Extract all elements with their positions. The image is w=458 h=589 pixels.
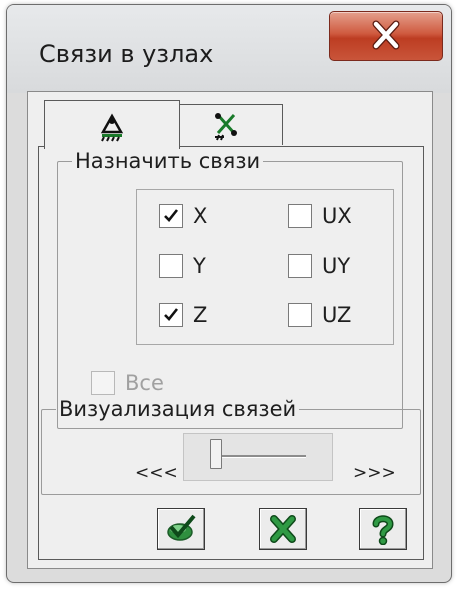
- checkbox-z[interactable]: Z: [159, 303, 207, 327]
- dialog-title: Связи в узлах: [39, 40, 214, 68]
- checkbox-all-label: Все: [125, 371, 164, 395]
- checkbox-all-box[interactable]: [91, 371, 115, 395]
- checkbox-z-label: Z: [193, 303, 208, 327]
- checkbox-uz-box[interactable]: [288, 303, 312, 327]
- checkbox-z-box[interactable]: [159, 303, 183, 327]
- dialog-body: Назначить связи X UX Y UY Z UZ Все Визуа…: [27, 91, 433, 569]
- cancel-button[interactable]: [259, 508, 307, 550]
- slider-thumb[interactable]: [210, 439, 222, 469]
- decrease-arrows[interactable]: <<<: [135, 463, 178, 483]
- tab-node-supports[interactable]: [44, 100, 180, 149]
- check-mark-icon: [164, 308, 179, 321]
- apply-check-icon: [167, 514, 196, 541]
- check-mark-icon: [164, 209, 179, 222]
- dialog-window: Связи в узлах Назначить связи X UX Y UY …: [6, 4, 452, 583]
- close-button[interactable]: [329, 11, 443, 61]
- checkbox-x[interactable]: X: [159, 204, 207, 228]
- checkbox-all[interactable]: Все: [91, 371, 164, 395]
- help-button[interactable]: [359, 508, 407, 550]
- node-support-icon: [100, 113, 124, 142]
- assign-supports-legend: Назначить связи: [75, 149, 261, 173]
- checkbox-x-box[interactable]: [159, 204, 183, 228]
- increase-arrows[interactable]: >>>: [353, 463, 396, 483]
- apply-button[interactable]: [157, 508, 205, 550]
- visualization-slider[interactable]: [183, 433, 333, 481]
- checkbox-y-label: Y: [193, 254, 206, 278]
- checkbox-x-label: X: [193, 204, 208, 228]
- checkbox-uy-box[interactable]: [288, 254, 312, 278]
- tab-panel: Назначить связи X UX Y UY Z UZ Все Визуа…: [38, 146, 424, 560]
- close-x-icon: [372, 20, 400, 50]
- tab-support-release[interactable]: [178, 104, 283, 145]
- checkbox-uy[interactable]: UY: [288, 254, 350, 278]
- checkbox-uz-label: UZ: [322, 303, 352, 327]
- checkbox-ux[interactable]: UX: [288, 204, 352, 228]
- checkbox-y-box[interactable]: [159, 254, 183, 278]
- support-release-icon: [215, 113, 237, 141]
- help-question-icon: [372, 515, 394, 545]
- checkbox-ux-label: UX: [322, 204, 352, 228]
- visualization-legend: Визуализация связей: [59, 397, 297, 421]
- checkbox-uy-label: UY: [322, 254, 351, 278]
- cancel-x-icon: [270, 515, 296, 543]
- constraints-box: X UX Y UY Z UZ: [136, 189, 394, 345]
- checkbox-uz[interactable]: UZ: [288, 303, 351, 327]
- slider-track[interactable]: [210, 455, 306, 458]
- checkbox-y[interactable]: Y: [159, 254, 206, 278]
- title-bar[interactable]: Связи в узлах: [7, 5, 451, 93]
- checkbox-ux-box[interactable]: [288, 204, 312, 228]
